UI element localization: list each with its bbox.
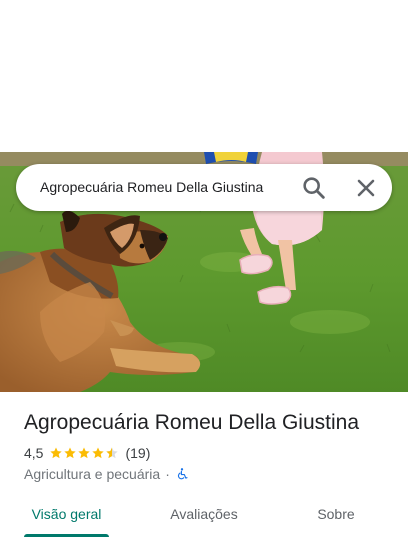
place-tabs: Visão geral Avaliações Sobre [0,496,408,544]
search-icon [303,177,325,199]
rating-stars[interactable] [49,446,119,460]
place-page: Agropecuária Romeu Della Giustina Agrope… [0,0,408,544]
star-half-icon [106,447,119,459]
star-full-icon [64,447,77,459]
category-row: Agricultura e pecuária · [24,465,189,483]
star-full-icon [78,447,91,459]
tab-overview[interactable]: Visão geral [24,496,109,536]
active-tab-indicator [24,534,109,537]
tab-reviews[interactable]: Avaliações [156,496,252,536]
star-full-icon [92,447,105,459]
close-button[interactable] [352,174,380,202]
search-button[interactable] [300,174,328,202]
separator-dot: · [165,466,170,482]
star-full-icon [50,447,63,459]
wheelchair-accessible-icon[interactable] [175,467,189,481]
search-input[interactable]: Agropecuária Romeu Della Giustina [40,178,302,197]
place-title: Agropecuária Romeu Della Giustina [24,411,360,434]
close-icon [357,179,375,197]
tab-about[interactable]: Sobre [300,496,372,536]
review-count[interactable]: (19) [125,445,150,461]
rating-row: 4,5 (19) [24,444,150,462]
search-bar[interactable]: Agropecuária Romeu Della Giustina [16,164,392,211]
place-category[interactable]: Agricultura e pecuária [24,466,160,482]
rating-value: 4,5 [24,445,44,461]
